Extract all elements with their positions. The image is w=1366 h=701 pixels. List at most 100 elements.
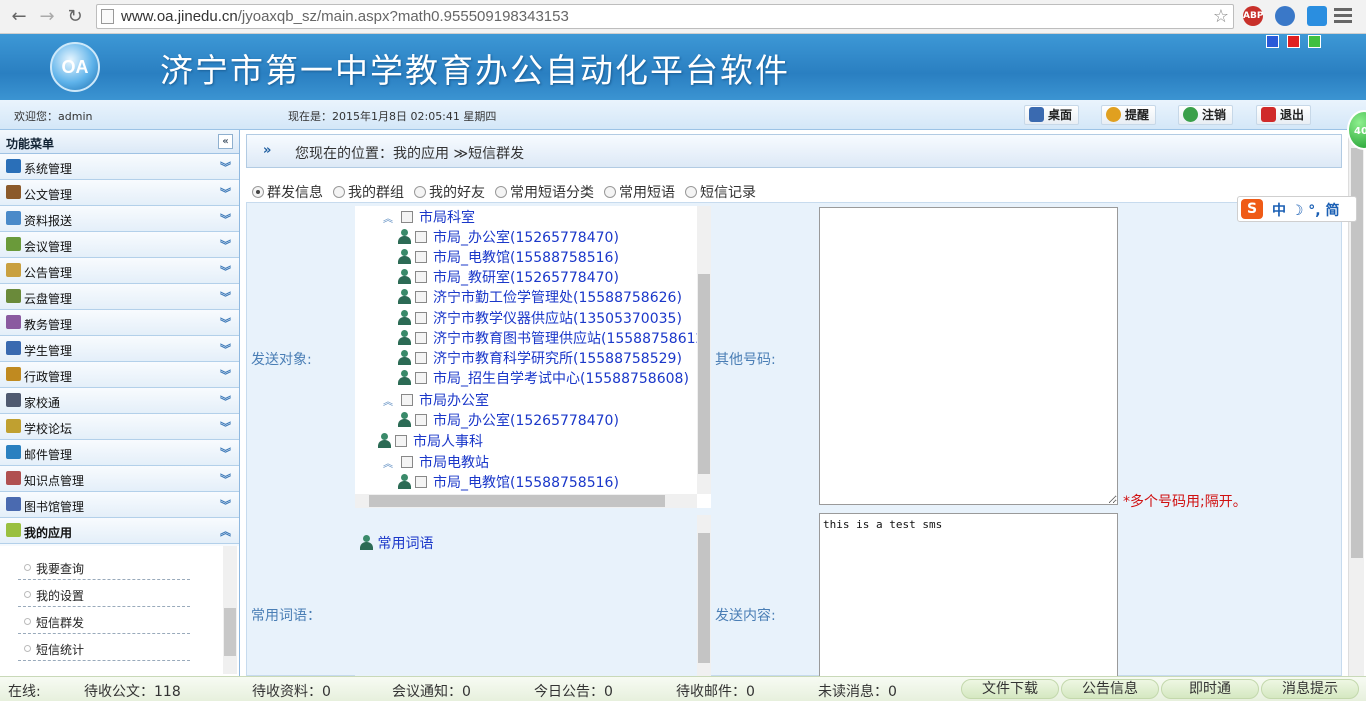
- submenu-item[interactable]: 我要查询: [18, 553, 190, 580]
- tree-horizontal-scrollbar[interactable]: [355, 494, 697, 508]
- submenu-item[interactable]: 我的设置: [18, 580, 190, 607]
- logout-button[interactable]: 注销: [1178, 105, 1234, 125]
- tree-folder[interactable]: ︽ 市局办公室: [383, 390, 489, 410]
- extension-icon[interactable]: [1307, 6, 1327, 26]
- back-icon[interactable]: ←: [8, 6, 30, 28]
- status-count[interactable]: 待收邮件：0: [676, 681, 755, 701]
- sidebar-item[interactable]: 资料报送 ︾: [0, 206, 239, 232]
- mode-radio[interactable]: 常用短语分类: [495, 182, 594, 202]
- status-count[interactable]: 待收公文：118: [84, 681, 181, 701]
- send-content-input[interactable]: this is a test sms: [819, 513, 1118, 677]
- sidebar-item[interactable]: 家校通 ︾: [0, 388, 239, 414]
- globe-icon[interactable]: [1275, 6, 1295, 26]
- bookmark-star-icon[interactable]: ☆: [1213, 6, 1229, 27]
- sidebar-item[interactable]: 公文管理 ︾: [0, 180, 239, 206]
- theme-blue-swatch[interactable]: [1266, 35, 1279, 48]
- mode-radio[interactable]: 我的群组: [333, 182, 404, 202]
- status-bar: 在线: 待收公文：118 待收资料：0 会议通知：0 今日公告：0 待收邮件：0 未读消息…: [0, 676, 1366, 701]
- radio-dot[interactable]: [604, 186, 616, 198]
- forward-icon[interactable]: →: [36, 6, 58, 28]
- tree-contact[interactable]: 市局_办公室(15265778470): [397, 410, 619, 430]
- tree-checkbox[interactable]: [401, 456, 413, 469]
- tree-checkbox[interactable]: [415, 476, 427, 489]
- tree-checkbox[interactable]: [415, 331, 427, 344]
- status-button[interactable]: 文件下载: [961, 679, 1059, 699]
- tree-checkbox[interactable]: [415, 351, 427, 364]
- collapse-sidebar-button[interactable]: «: [218, 134, 233, 149]
- radio-dot[interactable]: [685, 186, 697, 198]
- sidebar-item-label: 系统管理: [24, 162, 73, 176]
- tree-folder[interactable]: ︽ 市局电教站: [383, 452, 489, 472]
- tree-checkbox[interactable]: [415, 271, 427, 284]
- tree-checkbox[interactable]: [401, 393, 413, 406]
- theme-green-swatch[interactable]: [1308, 35, 1321, 48]
- status-count[interactable]: 会议通知：0: [392, 681, 471, 701]
- status-button[interactable]: 公告信息: [1061, 679, 1159, 699]
- tree-checkbox[interactable]: [415, 371, 427, 384]
- tree-checkbox[interactable]: [415, 231, 427, 244]
- adblock-icon[interactable]: ABP: [1243, 6, 1263, 26]
- tree-contact[interactable]: 济宁市教育科学研究所(15588758529): [397, 348, 682, 368]
- sidebar-item[interactable]: 行政管理 ︾: [0, 362, 239, 388]
- tree-checkbox[interactable]: [415, 291, 427, 304]
- tree-contact[interactable]: 市局_电教馆(15588758516): [397, 247, 619, 267]
- sidebar-item[interactable]: 图书馆管理 ︾: [0, 492, 239, 518]
- browser-menu-icon[interactable]: [1334, 8, 1352, 24]
- tree-contact[interactable]: 市局_教研室(15265778470): [397, 267, 619, 287]
- status-count[interactable]: 未读消息：0: [818, 681, 897, 701]
- submenu-item[interactable]: 短信统计: [18, 634, 190, 661]
- mode-radio[interactable]: 短信记录: [685, 182, 756, 202]
- submenu-scrollbar[interactable]: [223, 546, 237, 674]
- mode-radio[interactable]: 常用短语: [604, 182, 675, 202]
- submenu-item[interactable]: 短信群发: [18, 607, 190, 634]
- radio-dot[interactable]: [414, 186, 426, 198]
- tree-checkbox[interactable]: [415, 414, 427, 426]
- tree-checkbox[interactable]: [401, 211, 413, 223]
- reload-icon[interactable]: ↻: [64, 6, 86, 28]
- common-words-scrollbar[interactable]: [697, 515, 711, 677]
- tree-contact[interactable]: 济宁市勤工俭学管理处(15588758626): [397, 287, 682, 307]
- status-count[interactable]: 待收资料：0: [252, 681, 331, 701]
- collapse-icon[interactable]: ︽: [383, 393, 397, 408]
- collapse-icon[interactable]: ︽: [383, 210, 397, 225]
- tree-contact[interactable]: 市局_招生自学考试中心(15588758608): [397, 368, 689, 388]
- tree-folder[interactable]: ︽ 市局科室: [383, 207, 475, 227]
- status-button[interactable]: 即时通: [1161, 679, 1259, 699]
- sidebar-item[interactable]: 云盘管理 ︾: [0, 284, 239, 310]
- common-word-item[interactable]: 常用词语: [359, 533, 433, 553]
- sidebar-item[interactable]: 公告管理 ︾: [0, 258, 239, 284]
- address-bar[interactable]: www.oa.jinedu.cn/jyoaxqb_sz/main.aspx?ma…: [96, 4, 1234, 29]
- collapse-icon[interactable]: ︽: [383, 455, 397, 470]
- exit-button[interactable]: 退出: [1256, 105, 1312, 125]
- radio-dot[interactable]: [333, 186, 345, 198]
- mode-radio[interactable]: 我的好友: [414, 182, 485, 202]
- mode-radio[interactable]: 群发信息: [252, 182, 323, 202]
- theme-red-swatch[interactable]: [1287, 35, 1300, 48]
- tree-vertical-scrollbar[interactable]: [697, 206, 711, 494]
- tree-contact[interactable]: 市局_办公室(15265778470): [397, 227, 619, 247]
- status-button[interactable]: 消息提示: [1261, 679, 1359, 699]
- tree-contact[interactable]: 济宁市教育图书管理供应站(15588758612): [397, 328, 710, 348]
- radio-dot[interactable]: [495, 186, 507, 198]
- sidebar-item[interactable]: 知识点管理 ︾: [0, 466, 239, 492]
- radio-dot[interactable]: [252, 186, 264, 198]
- ime-toolbar[interactable]: S 中 ☽ °, 简: [1237, 196, 1357, 222]
- tree-checkbox[interactable]: [395, 435, 407, 448]
- tree-checkbox[interactable]: [415, 311, 427, 324]
- tree-contact[interactable]: 济宁市教学仪器供应站(13505370035): [397, 308, 682, 328]
- sidebar-item[interactable]: 会议管理 ︾: [0, 232, 239, 258]
- tree-group[interactable]: 市局人事科: [377, 431, 483, 451]
- remind-button[interactable]: 提醒: [1101, 105, 1157, 125]
- other-numbers-input[interactable]: [819, 207, 1118, 505]
- sidebar-item[interactable]: 邮件管理 ︾: [0, 440, 239, 466]
- sidebar-item[interactable]: 学校论坛 ︾: [0, 414, 239, 440]
- sidebar-item[interactable]: 教务管理 ︾: [0, 310, 239, 336]
- tree-contact[interactable]: 市局_电教馆(15588758516): [397, 472, 619, 492]
- sidebar-item[interactable]: 系统管理 ︾: [0, 154, 239, 180]
- tree-checkbox[interactable]: [415, 251, 427, 264]
- sidebar-item[interactable]: 我的应用 ︽: [0, 518, 239, 544]
- status-count[interactable]: 今日公告：0: [534, 681, 613, 701]
- desktop-button[interactable]: 桌面: [1024, 105, 1080, 125]
- url-text[interactable]: www.oa.jinedu.cn/jyoaxqb_sz/main.aspx?ma…: [121, 8, 569, 25]
- sidebar-item[interactable]: 学生管理 ︾: [0, 336, 239, 362]
